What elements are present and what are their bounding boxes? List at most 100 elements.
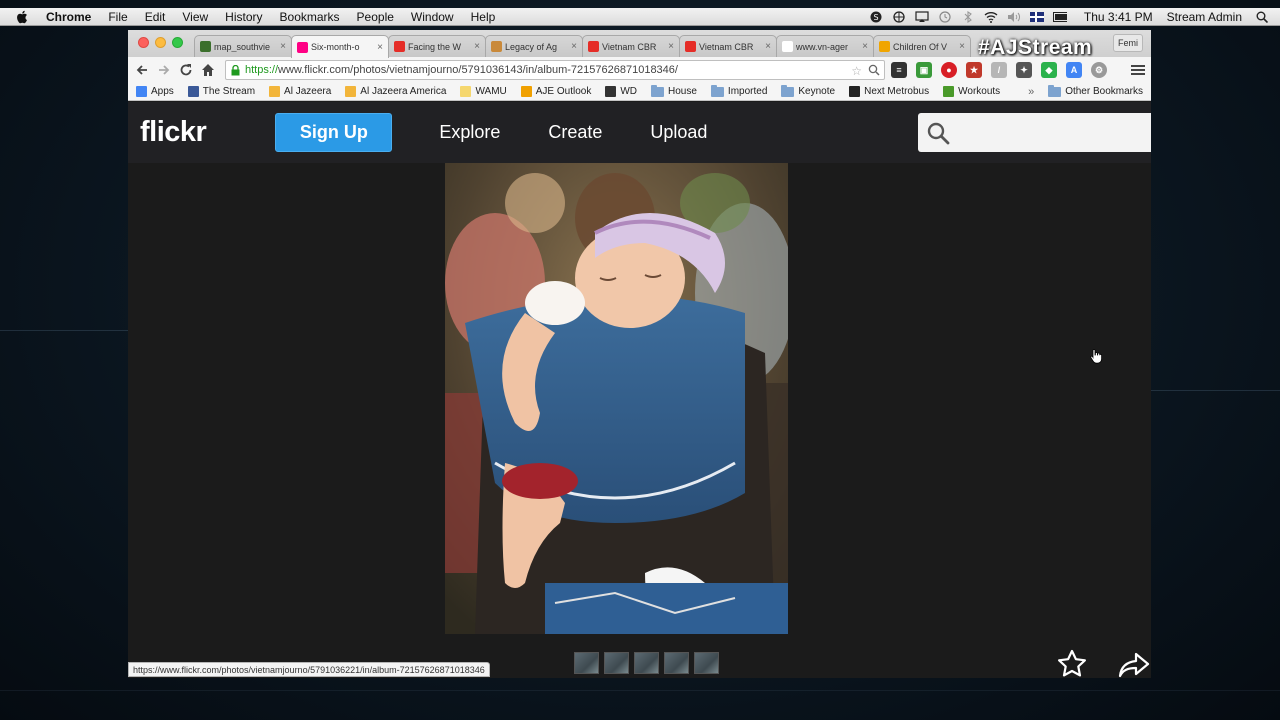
volume-icon[interactable] (1007, 11, 1021, 23)
bookmark-item[interactable]: Workouts (943, 86, 1000, 97)
gear-extension-icon[interactable]: ⚙ (1091, 62, 1107, 78)
menu-window[interactable]: Window (411, 10, 454, 24)
puzzle-extension-icon[interactable]: ✦ (1016, 62, 1032, 78)
menu-help[interactable]: Help (471, 10, 496, 24)
photo-filmstrip (574, 652, 719, 674)
menubar-user[interactable]: Stream Admin (1167, 10, 1242, 24)
reload-button[interactable] (175, 59, 197, 81)
sign-up-button[interactable]: Sign Up (275, 113, 393, 152)
menu-people[interactable]: People (357, 10, 394, 24)
chrome-menu-icon[interactable] (1131, 65, 1145, 75)
tab-close-icon[interactable]: × (862, 41, 868, 52)
tab-close-icon[interactable]: × (571, 41, 577, 52)
bookmark-item[interactable]: WD (605, 86, 637, 97)
home-button[interactable] (197, 59, 219, 81)
bookmark-item[interactable]: WAMU (460, 86, 507, 97)
filmstrip-thumbnail[interactable] (664, 652, 689, 674)
airplay-icon[interactable] (915, 10, 929, 23)
browser-tab[interactable]: map_southvie × (194, 35, 292, 57)
menu-bookmarks[interactable]: Bookmarks (280, 10, 340, 24)
tab-close-icon[interactable]: × (668, 41, 674, 52)
menu-extras: S Thu 3:41 PM Stream Admin (869, 8, 1280, 26)
filmstrip-thumbnail[interactable] (604, 652, 629, 674)
menu-edit[interactable]: Edit (145, 10, 166, 24)
spotlight-search-icon[interactable] (1256, 11, 1268, 23)
tab-close-icon[interactable]: × (474, 41, 480, 52)
bookmark-item[interactable]: Next Metrobus (849, 86, 929, 97)
battery-icon[interactable] (1052, 11, 1067, 23)
menu-view[interactable]: View (182, 10, 208, 24)
tab-close-icon[interactable]: × (377, 42, 383, 53)
browser-tab[interactable]: Vietnam CBR × (582, 35, 680, 57)
menu-file[interactable]: File (108, 10, 127, 24)
translate-extension-icon[interactable]: A (1066, 62, 1082, 78)
other-bookmarks-folder[interactable]: Other Bookmarks (1048, 84, 1143, 97)
menu-app-name[interactable]: Chrome (46, 10, 91, 24)
browser-tab[interactable]: www.vn-ager × (776, 35, 874, 57)
flag-icon[interactable] (1029, 11, 1044, 23)
extensions-area: ≡ ▣ ● ★ / ✦ ◆ A ⚙ (891, 62, 1116, 78)
bookmarks-overflow-button[interactable]: » (1028, 86, 1034, 98)
globe-icon[interactable] (892, 10, 906, 23)
browser-tab[interactable]: Legacy of Ag × (485, 35, 583, 57)
bookmark-item[interactable]: The Stream (187, 86, 255, 97)
tab-favicon-icon (588, 41, 599, 52)
tab-favicon-icon (394, 41, 405, 52)
filmstrip-thumbnail[interactable] (574, 652, 599, 674)
bookmark-list: Apps The Stream Al Jazeera Al Jazeera Ameri… (128, 84, 1006, 97)
buffer-extension-icon[interactable]: ≡ (891, 62, 907, 78)
metro-icon (849, 86, 861, 97)
star-extension-icon[interactable]: ★ (966, 62, 982, 78)
zoom-window-button[interactable] (172, 37, 183, 48)
tab-close-icon[interactable]: × (959, 41, 965, 52)
filmstrip-thumbnail[interactable] (634, 652, 659, 674)
apple-logo-icon[interactable] (16, 10, 32, 24)
svg-text:S: S (873, 13, 878, 22)
zoom-magnifier-icon[interactable] (868, 64, 880, 76)
tab-close-icon[interactable]: × (280, 41, 286, 52)
filmstrip-thumbnail[interactable] (694, 652, 719, 674)
bookmark-item[interactable]: AJE Outlook (520, 86, 591, 97)
bookmark-item[interactable]: Imported (710, 84, 767, 97)
favorite-star-button[interactable] (1057, 649, 1087, 678)
bluetooth-icon[interactable] (961, 10, 975, 23)
search-box[interactable] (918, 113, 1151, 152)
eyedropper-extension-icon[interactable]: / (991, 62, 1007, 78)
nav-upload[interactable]: Upload (650, 122, 707, 143)
tab-close-icon[interactable]: × (765, 41, 771, 52)
browser-tab[interactable]: Vietnam CBR × (679, 35, 777, 57)
browser-tab[interactable]: Six-month-o × (291, 35, 389, 58)
browser-tab[interactable]: Children Of V × (873, 35, 971, 57)
search-input[interactable] (950, 114, 1151, 151)
forward-button[interactable] (153, 59, 175, 81)
nav-explore[interactable]: Explore (439, 122, 500, 143)
back-button[interactable] (131, 59, 153, 81)
folder-icon (651, 84, 665, 97)
bookmark-item[interactable]: Al Jazeera (269, 86, 331, 97)
profile-button[interactable]: Femi (1113, 34, 1143, 52)
bookmark-item[interactable]: Keynote (781, 84, 835, 97)
close-window-button[interactable] (138, 37, 149, 48)
tab-favicon-icon (685, 41, 696, 52)
menubar-clock[interactable]: Thu 3:41 PM (1084, 10, 1153, 24)
browser-tab[interactable]: Facing the W × (388, 35, 486, 57)
s-badge-icon[interactable]: S (869, 11, 883, 23)
bookmark-item[interactable]: House (651, 84, 697, 97)
wifi-icon[interactable] (984, 11, 998, 23)
menu-history[interactable]: History (225, 10, 262, 24)
adblock-extension-icon[interactable]: ● (941, 62, 957, 78)
evernote-extension-icon[interactable]: ◆ (1041, 62, 1057, 78)
minimize-window-button[interactable] (155, 37, 166, 48)
folder-icon (710, 84, 724, 97)
time-machine-icon[interactable] (938, 10, 952, 23)
flickr-logo[interactable]: flickr (140, 116, 207, 149)
address-bar[interactable]: https:// www.flickr.com/photos/vietnamjo… (225, 60, 885, 80)
nav-create[interactable]: Create (548, 122, 602, 143)
green-extension-icon[interactable]: ▣ (916, 62, 932, 78)
share-arrow-button[interactable] (1118, 651, 1150, 678)
bookmark-star-icon[interactable]: ☆ (851, 64, 862, 78)
bookmark-item[interactable]: Al Jazeera America (345, 86, 446, 97)
folder-icon (1048, 84, 1062, 97)
bookmark-item[interactable]: Apps (136, 86, 174, 97)
main-photo[interactable] (445, 163, 788, 634)
